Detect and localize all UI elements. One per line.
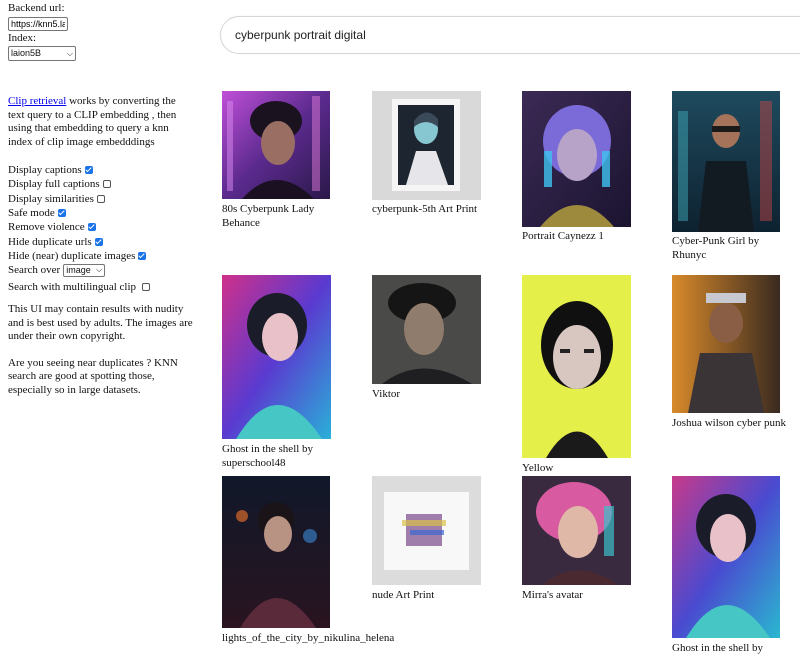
- backend-url-input[interactable]: [8, 17, 68, 31]
- options-list: Display captions Display full captions D…: [8, 163, 208, 294]
- option-multilingual: Search with multilingual clip: [8, 279, 208, 293]
- option-label: Safe mode: [8, 207, 55, 220]
- option-label: Hide (near) duplicate images: [8, 249, 136, 262]
- result-caption: Cyber-Punk Girl by Rhunyc: [672, 235, 760, 261]
- option-remove-violence: Remove violence: [8, 220, 208, 234]
- hide-near-duplicate-images-checkbox[interactable]: [138, 251, 147, 260]
- option-safe-mode: Safe mode: [8, 206, 208, 220]
- settings-panel: Backend url: Index: laion5B ⌵: [8, 0, 208, 61]
- hide-duplicate-urls-checkbox[interactable]: [94, 237, 103, 246]
- option-label: Remove violence: [8, 221, 85, 234]
- option-label: Display full captions: [8, 178, 100, 191]
- option-label: Display captions: [8, 164, 82, 177]
- option-label: Hide duplicate urls: [8, 235, 92, 248]
- option-display-captions: Display captions: [8, 163, 208, 177]
- result-image[interactable]: [672, 476, 780, 638]
- duplicates-note: Are you seeing near duplicates ? KNN sea…: [8, 356, 178, 396]
- search-over-select[interactable]: image ⌵: [63, 263, 106, 277]
- result-image[interactable]: [672, 275, 780, 413]
- result-image[interactable]: [522, 275, 631, 458]
- chevron-down-icon: ⌵: [96, 265, 103, 275]
- index-label: Index:: [8, 32, 37, 44]
- result-caption: lights_of_the_city_by_nikulina_helena: [222, 632, 395, 644]
- result-caption: Viktor: [372, 388, 401, 400]
- about-text: Clip retrieval works by converting the t…: [8, 95, 193, 149]
- search-over-label: Search over: [8, 264, 61, 277]
- result-caption: 80s Cyberpunk Lady Behance: [222, 203, 315, 229]
- chevron-down-icon: ⌵: [66, 49, 73, 58]
- index-select-value: laion5B: [11, 48, 42, 58]
- result-image[interactable]: [222, 476, 330, 628]
- search-query: cyberpunk portrait digital: [235, 28, 366, 42]
- result-caption: nude Art Print: [372, 589, 435, 601]
- display-full-captions-checkbox[interactable]: [102, 180, 111, 189]
- result-image[interactable]: [522, 476, 631, 585]
- display-similarities-checkbox[interactable]: [96, 194, 105, 203]
- option-display-similarities: Display similarities: [8, 192, 208, 206]
- option-hide-near-duplicate-images: Hide (near) duplicate images: [8, 249, 208, 263]
- result-image[interactable]: [522, 91, 631, 227]
- display-captions-checkbox[interactable]: [84, 166, 93, 175]
- remove-violence-checkbox[interactable]: [87, 223, 96, 232]
- notes: This UI may contain results with nudity …: [8, 303, 198, 410]
- safe-mode-checkbox[interactable]: [57, 209, 66, 218]
- result-image[interactable]: [372, 91, 481, 200]
- search-over-value: image: [66, 265, 91, 276]
- index-select[interactable]: laion5B ⌵: [8, 46, 76, 61]
- result-caption: Joshua wilson cyber punk: [672, 417, 786, 429]
- clip-retrieval-link[interactable]: Clip retrieval: [8, 95, 66, 107]
- option-search-over: Search over image ⌵: [8, 263, 208, 277]
- result-image[interactable]: [372, 476, 481, 585]
- option-display-full-captions: Display full captions: [8, 177, 208, 191]
- backend-url-label: Backend url:: [8, 2, 65, 14]
- result-caption: Ghost in the shell by: [672, 642, 764, 654]
- result-image[interactable]: [672, 91, 780, 232]
- option-hide-duplicate-urls: Hide duplicate urls: [8, 234, 208, 248]
- result-image[interactable]: [222, 275, 331, 439]
- search-input[interactable]: cyberpunk portrait digital: [220, 16, 800, 54]
- result-caption: Yellow: [522, 462, 554, 474]
- result-image[interactable]: [372, 275, 481, 384]
- nudity-warning: This UI may contain results with nudity …: [8, 303, 193, 342]
- option-label: Display similarities: [8, 192, 94, 205]
- multilingual-label: Search with multilingual clip: [8, 280, 137, 293]
- result-caption: cyberpunk-5th Art Print: [372, 203, 478, 215]
- multilingual-checkbox[interactable]: [142, 282, 151, 291]
- result-image[interactable]: [222, 91, 330, 199]
- result-caption: Portrait Caynezz 1: [522, 230, 604, 242]
- result-caption: Mirra's avatar: [522, 589, 583, 601]
- result-caption: Ghost in the shell by superschool48: [222, 443, 314, 469]
